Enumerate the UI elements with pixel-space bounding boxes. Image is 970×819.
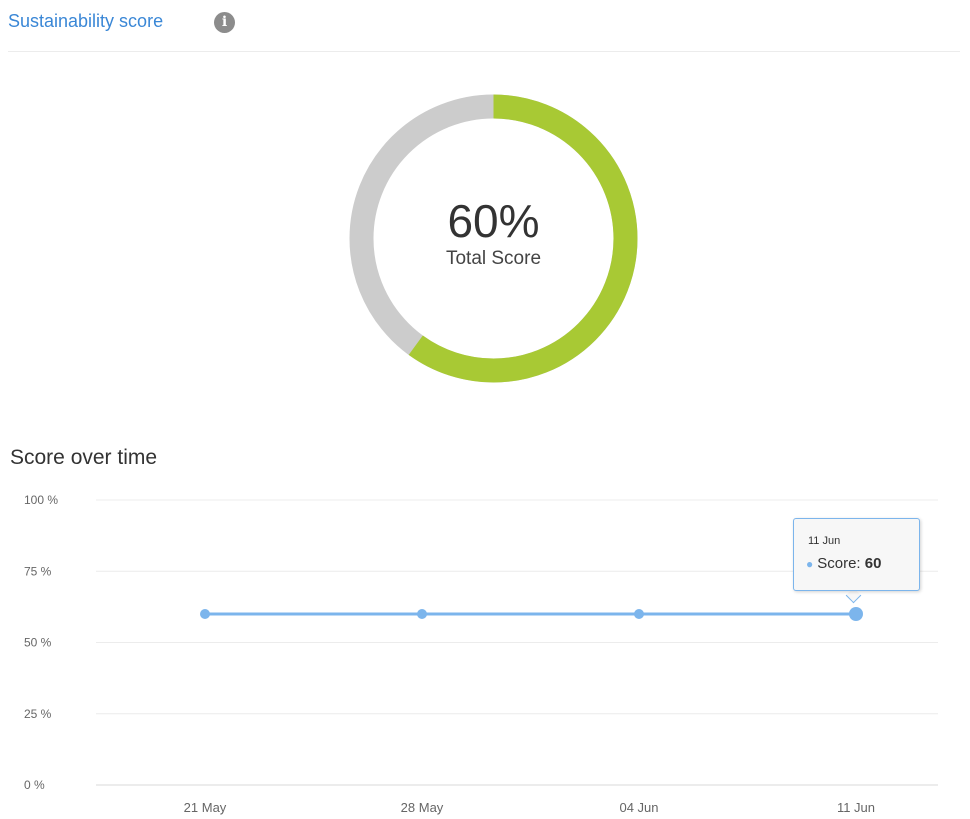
chart-tooltip: 11 Jun ● Score: 60 (793, 518, 920, 591)
data-point (634, 609, 644, 619)
tooltip-row: ● Score: 60 (806, 555, 881, 572)
y-tick-label: 50 % (24, 636, 52, 650)
tooltip-value: 60 (864, 555, 882, 572)
y-tick-label: 0 % (24, 778, 45, 792)
tooltip-series-label: Score: (817, 555, 861, 572)
data-point (849, 607, 863, 621)
header-divider (8, 51, 960, 52)
tooltip-date: 11 Jun (808, 535, 841, 547)
x-tick-label: 11 Jun (837, 800, 875, 815)
data-point (417, 609, 427, 619)
total-score-label: Total Score (445, 247, 542, 269)
x-tick-label: 28 May (401, 800, 444, 815)
score-donut: 60% Total Score (348, 93, 639, 384)
chart-title: Score over time (10, 446, 158, 469)
panel-header: Sustainability score i (0, 0, 970, 52)
y-tick-label: 100 % (24, 493, 58, 507)
y-tick-label: 25 % (24, 707, 52, 721)
x-tick-label: 21 May (184, 800, 227, 815)
y-tick-label: 75 % (24, 564, 52, 578)
tooltip-series-dot: ● (806, 557, 814, 571)
donut-center: 60% Total Score (348, 93, 639, 384)
data-point (200, 609, 210, 619)
total-score-value: 60% (447, 194, 540, 247)
info-icon[interactable]: i (214, 12, 235, 33)
panel-title: Sustainability score (8, 11, 164, 31)
x-tick-label: 04 Jun (619, 800, 658, 815)
